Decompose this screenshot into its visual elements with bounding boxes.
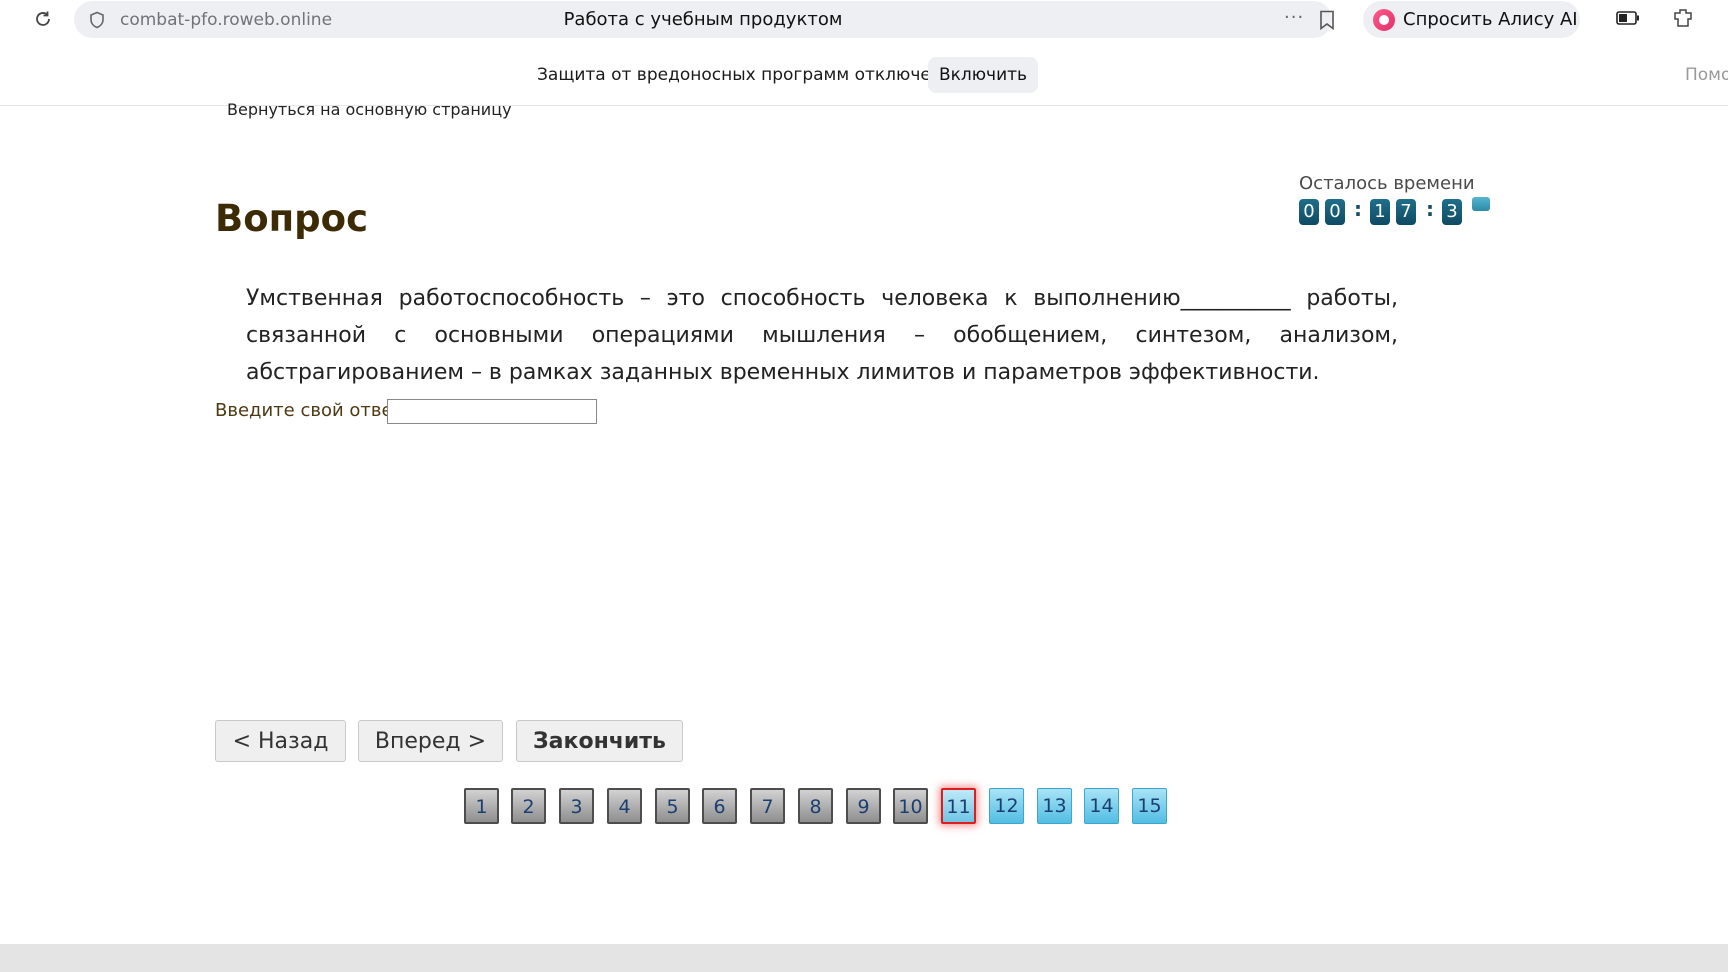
page-title: Работа с учебным продуктом (563, 9, 843, 30)
battery-icon (1616, 11, 1639, 25)
timer-colon: : (1426, 197, 1434, 221)
page-button[interactable]: 5 (655, 788, 690, 824)
back-to-main-link[interactable]: Вернуться на основную страницу (227, 100, 512, 119)
page-button[interactable]: 3 (559, 788, 594, 824)
timer-digit: 0 (1325, 199, 1345, 225)
page-button[interactable]: 14 (1084, 788, 1119, 824)
extension-icon[interactable] (1672, 7, 1694, 29)
question-text: Умственная работоспособность – это спосо… (246, 286, 1398, 385)
page-button[interactable]: 4 (607, 788, 642, 824)
ask-alice-button[interactable]: Спросить Алису AI (1363, 1, 1580, 38)
page-button-current[interactable]: 11 (941, 788, 976, 824)
page-button[interactable]: 10 (893, 788, 928, 824)
enable-protection-button[interactable]: Включить (928, 57, 1038, 93)
question-title: Вопрос (215, 197, 369, 240)
page-button[interactable]: 1 (464, 788, 499, 824)
timer-digit: 7 (1396, 199, 1416, 225)
timer-digit: 1 (1370, 199, 1390, 225)
ask-alice-label: Спросить Алису AI (1403, 9, 1578, 30)
help-link[interactable]: Помо (1685, 65, 1728, 85)
page-button[interactable]: 15 (1132, 788, 1167, 824)
page-button[interactable]: 2 (511, 788, 546, 824)
answer-input[interactable] (387, 399, 597, 424)
page-button[interactable]: 12 (989, 788, 1024, 824)
footer-bar (0, 944, 1728, 972)
page-button[interactable]: 7 (750, 788, 785, 824)
timer-digit: 3 (1442, 199, 1462, 225)
notice-text: Защита от вредоносных программ отключена (537, 65, 953, 85)
security-notice-bar: Защита от вредоносных программ отключена… (0, 55, 1728, 106)
page-button[interactable]: 9 (846, 788, 881, 824)
address-bar[interactable]: combat-pfo.roweb.online Работа с учебным… (74, 1, 1335, 38)
more-icon[interactable]: ··· (1284, 7, 1304, 28)
timer-digit-rolling (1472, 197, 1490, 211)
timer-digit: 0 (1299, 199, 1319, 225)
page-button[interactable]: 13 (1037, 788, 1072, 824)
bookmark-icon[interactable] (1319, 10, 1335, 30)
timer-label: Осталось времени (1299, 173, 1475, 194)
question-pager: 1 2 3 4 5 6 7 8 9 10 11 12 13 14 15 (0, 788, 1728, 828)
reload-icon[interactable] (33, 9, 53, 29)
browser-toolbar: combat-pfo.roweb.online Работа с учебным… (0, 0, 1728, 38)
finish-button[interactable]: Закончить (516, 720, 683, 762)
back-button[interactable]: < Назад (215, 720, 346, 762)
timer-colon: : (1354, 197, 1362, 221)
next-button[interactable]: Вперед > (358, 720, 503, 762)
alice-icon (1373, 9, 1395, 31)
page-button[interactable]: 6 (702, 788, 737, 824)
page-button[interactable]: 8 (798, 788, 833, 824)
answer-label: Введите свой ответ (215, 400, 404, 421)
